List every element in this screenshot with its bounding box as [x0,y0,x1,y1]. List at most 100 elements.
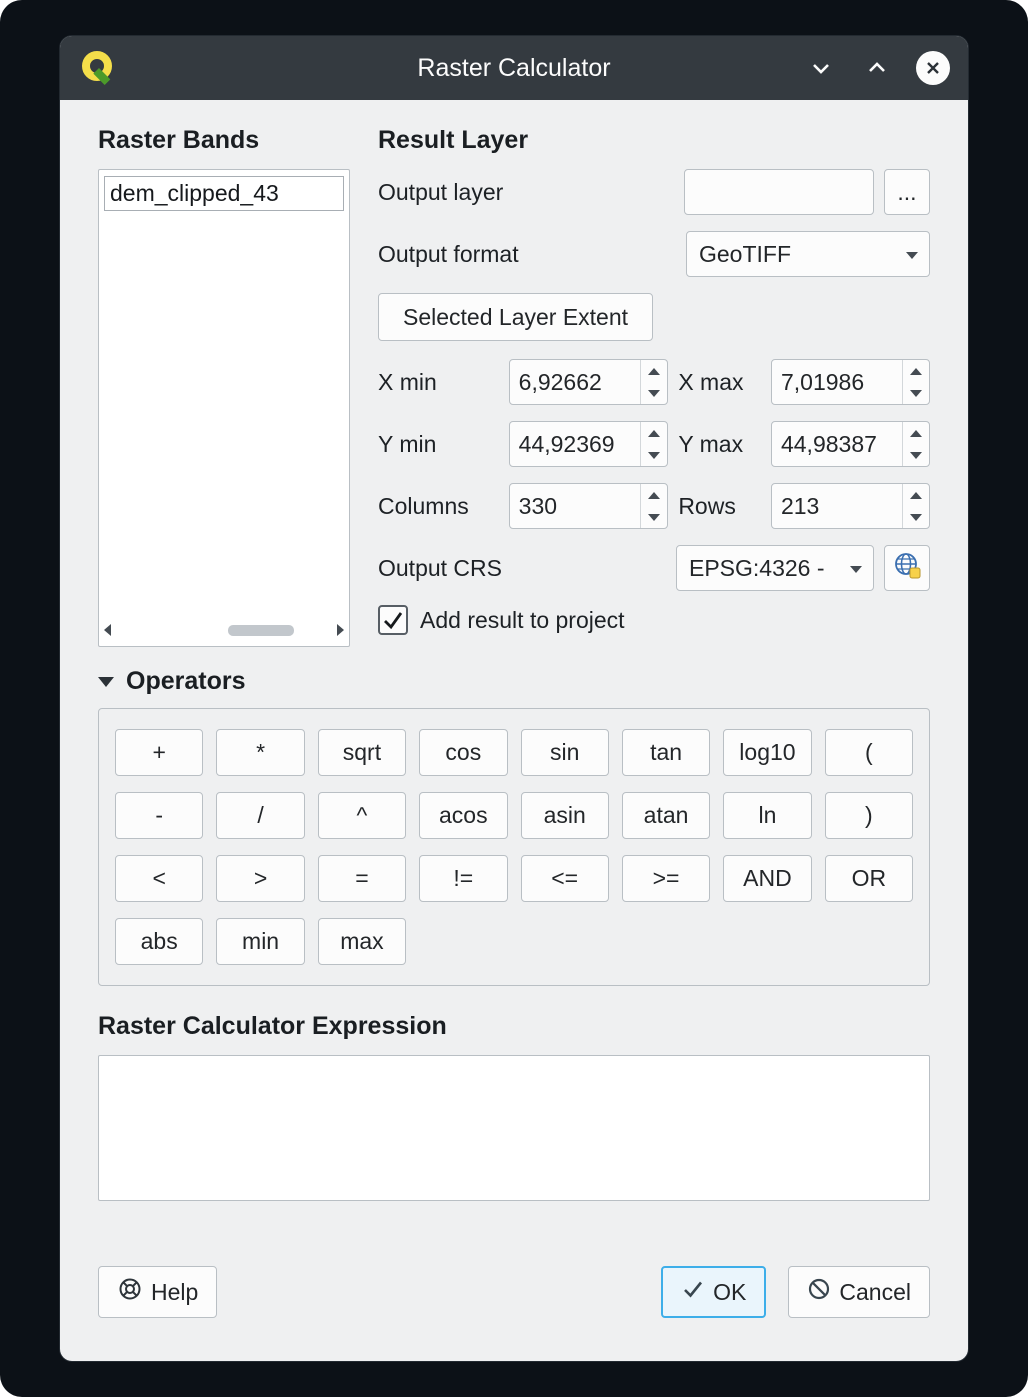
operators-group: + * sqrt cos sin tan log10 ( - / ^ acos … [98,708,930,986]
output-format-label: Output format [378,241,676,268]
scrollbar-track[interactable] [115,620,333,641]
operators-heading: Operators [126,667,245,696]
spin-down-button[interactable] [903,382,929,404]
result-layer-heading: Result Layer [378,126,930,155]
output-crs-label: Output CRS [378,555,666,582]
operator-button[interactable]: cos [419,729,507,776]
operator-button[interactable]: sin [521,729,609,776]
xmin-value[interactable]: 6,92662 [510,360,640,404]
operator-button[interactable]: log10 [723,729,811,776]
output-crs-value: EPSG:4326 - [689,555,825,582]
operator-button[interactable]: * [216,729,304,776]
rows-spinbox[interactable]: 213 [771,483,930,529]
checkmark-icon [381,608,405,632]
ymin-spinbox[interactable]: 44,92369 [509,421,668,467]
spin-down-button[interactable] [903,506,929,528]
desktop-background: Raster Calculator Raste [0,0,1028,1397]
xmax-value[interactable]: 7,01986 [772,360,902,404]
spin-up-button[interactable] [903,484,929,506]
ymax-value[interactable]: 44,98387 [772,422,902,466]
operator-button[interactable]: != [419,855,507,902]
output-layer-label: Output layer [378,179,674,206]
operator-button[interactable]: asin [521,792,609,839]
extent-button-label: Selected Layer Extent [403,304,628,331]
help-icon [117,1276,143,1308]
maximize-button[interactable] [860,51,894,85]
operator-button[interactable]: min [216,918,304,965]
browse-button[interactable]: ... [884,169,930,215]
operator-button[interactable]: = [318,855,406,902]
close-icon [916,51,950,85]
ymin-label: Y min [378,431,506,458]
spin-up-button[interactable] [641,360,667,382]
spin-down-button[interactable] [641,444,667,466]
operator-button[interactable]: <= [521,855,609,902]
spin-down-button[interactable] [903,444,929,466]
select-crs-button[interactable] [884,545,930,591]
operator-button[interactable]: AND [723,855,811,902]
output-layer-input[interactable] [684,169,874,215]
spin-up-button[interactable] [641,422,667,444]
cancel-button[interactable]: Cancel [788,1266,930,1318]
ymax-label: Y max [678,431,768,458]
add-result-label: Add result to project [420,607,625,634]
spin-up-button[interactable] [903,360,929,382]
operator-button[interactable]: ) [825,792,913,839]
output-format-select[interactable]: GeoTIFF [686,231,930,277]
operator-button[interactable]: sqrt [318,729,406,776]
xmin-spinbox[interactable]: 6,92662 [509,359,668,405]
spin-up-button[interactable] [903,422,929,444]
close-button[interactable] [916,51,950,85]
raster-band-item[interactable]: dem_clipped_43 [104,176,344,211]
raster-bands-list[interactable]: dem_clipped_43 [98,169,350,647]
help-button[interactable]: Help [98,1266,217,1318]
minimize-button[interactable] [804,51,838,85]
chevron-down-icon [906,252,918,259]
expression-heading: Raster Calculator Expression [98,1012,930,1041]
expression-textarea[interactable] [98,1055,930,1201]
rows-value[interactable]: 213 [772,484,902,528]
operator-button[interactable]: abs [115,918,203,965]
output-format-value: GeoTIFF [699,241,791,268]
output-crs-select[interactable]: EPSG:4326 - [676,545,874,591]
operator-button[interactable]: atan [622,792,710,839]
operator-button[interactable]: acos [419,792,507,839]
operator-button[interactable]: tan [622,729,710,776]
operator-button[interactable]: + [115,729,203,776]
selected-layer-extent-button[interactable]: Selected Layer Extent [378,293,653,341]
operator-button[interactable]: > [216,855,304,902]
columns-spinbox[interactable]: 330 [509,483,668,529]
help-button-label: Help [151,1279,198,1306]
scrollbar-thumb[interactable] [228,625,293,636]
check-icon [681,1277,705,1307]
xmax-spinbox[interactable]: 7,01986 [771,359,930,405]
spin-down-button[interactable] [641,382,667,404]
xmin-label: X min [378,369,506,396]
columns-value[interactable]: 330 [510,484,640,528]
operators-collapse-icon[interactable] [98,677,114,687]
operator-button[interactable]: / [216,792,304,839]
spin-up-button[interactable] [641,484,667,506]
operator-button[interactable]: max [318,918,406,965]
operator-button[interactable]: OR [825,855,913,902]
scroll-right-icon[interactable] [337,624,344,636]
operator-button[interactable]: ( [825,729,913,776]
cancel-icon [807,1277,831,1307]
chevron-down-icon [850,566,862,573]
titlebar[interactable]: Raster Calculator [60,36,968,100]
scroll-left-icon[interactable] [104,624,111,636]
operator-button[interactable]: ^ [318,792,406,839]
horizontal-scrollbar[interactable] [104,619,344,641]
ok-button-label: OK [713,1279,746,1306]
ymin-value[interactable]: 44,92369 [510,422,640,466]
operator-button[interactable]: >= [622,855,710,902]
operator-button[interactable]: - [115,792,203,839]
qgis-logo-icon [78,48,118,88]
operator-button[interactable]: ln [723,792,811,839]
ok-button[interactable]: OK [661,1266,766,1318]
ymax-spinbox[interactable]: 44,98387 [771,421,930,467]
operator-button[interactable]: < [115,855,203,902]
rows-label: Rows [678,493,768,520]
spin-down-button[interactable] [641,506,667,528]
add-result-checkbox[interactable] [378,605,408,635]
